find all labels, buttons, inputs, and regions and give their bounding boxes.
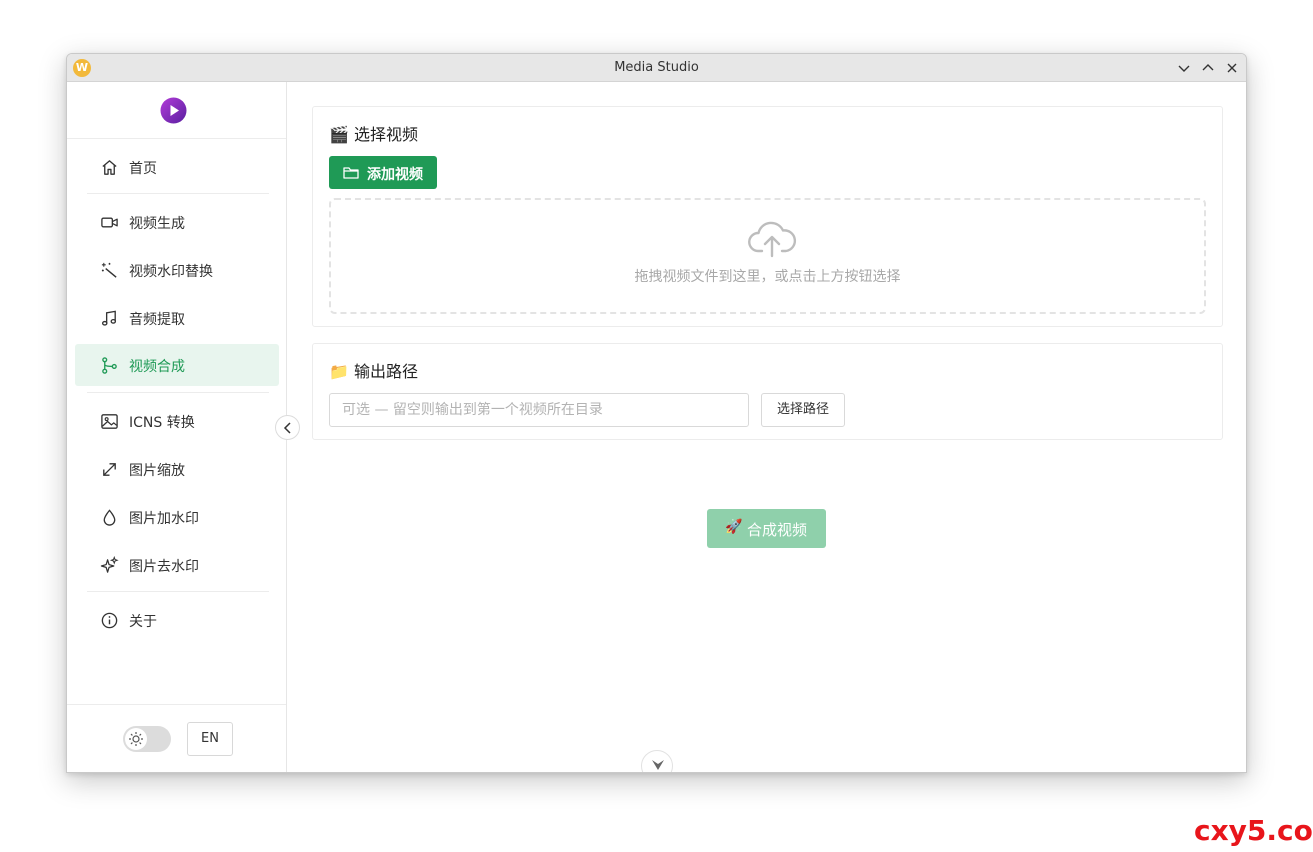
app-logo-icon xyxy=(160,97,187,124)
video-dropzone[interactable]: 拖拽视频文件到这里，或点击上方按钮选择 xyxy=(329,198,1206,314)
section-title: 🎬 选择视频 xyxy=(329,121,418,145)
dropzone-hint: 拖拽视频文件到这里，或点击上方按钮选择 xyxy=(634,269,901,285)
main-content: 🎬 选择视频 添加视频 拖拽视频文件到这里，或点击上方按钮选择 📁 输出路径 可… xyxy=(287,82,1246,772)
sidebar-footer: EN xyxy=(67,704,286,772)
logo-area xyxy=(67,82,286,139)
sidebar-item-image-resize[interactable]: 图片缩放 xyxy=(75,448,279,490)
image-icon xyxy=(100,412,119,431)
minimize-button[interactable] xyxy=(1175,59,1193,77)
sun-icon xyxy=(129,732,143,746)
folder-emoji-icon: 📁 xyxy=(329,362,349,381)
close-button[interactable] xyxy=(1223,59,1241,77)
chevron-down-icon xyxy=(1178,65,1190,72)
resize-arrow-icon xyxy=(100,460,119,479)
sidebar-item-image-add-watermark[interactable]: 图片加水印 xyxy=(75,496,279,538)
sidebar-item-label: 音频提取 xyxy=(129,312,185,328)
site-watermark: cxy5.com xyxy=(1194,814,1313,847)
section-title-text: 选择视频 xyxy=(354,125,419,144)
folder-icon xyxy=(343,167,359,179)
sidebar-divider xyxy=(87,392,269,393)
sidebar-collapse-button[interactable] xyxy=(275,415,300,440)
chevron-left-icon xyxy=(283,422,291,434)
clapper-icon: 🎬 xyxy=(329,125,349,144)
add-video-label: 添加视频 xyxy=(367,167,423,183)
bottom-panel-toggle[interactable] xyxy=(641,750,673,772)
title-bar[interactable]: W Media Studio xyxy=(67,54,1246,82)
sidebar-item-about[interactable]: 关于 xyxy=(75,599,279,641)
droplet-icon xyxy=(100,508,119,527)
sidebar-item-label: 关于 xyxy=(129,614,157,630)
merge-video-button[interactable]: 🚀 合成视频 xyxy=(707,509,826,548)
sidebar-item-label: ICNS 转换 xyxy=(129,415,195,431)
sidebar-divider xyxy=(87,193,269,194)
sidebar-item-label: 图片加水印 xyxy=(129,511,199,527)
sidebar-divider xyxy=(87,591,269,592)
sidebar-item-image-remove-watermark[interactable]: 图片去水印 xyxy=(75,544,279,586)
sidebar: 首页 视频生成 视频水印替换 音频提取 视频合成 ICNS 转换 图片缩放 图片… xyxy=(67,82,287,772)
home-icon xyxy=(100,158,119,177)
section-title: 📁 输出路径 xyxy=(329,358,418,382)
sidebar-item-audio-extract[interactable]: 音频提取 xyxy=(75,297,279,339)
sidebar-item-video-generate[interactable]: 视频生成 xyxy=(75,201,279,243)
sidebar-item-video-merge[interactable]: 视频合成 xyxy=(75,344,279,386)
select-video-card: 🎬 选择视频 添加视频 拖拽视频文件到这里，或点击上方按钮选择 xyxy=(312,106,1223,327)
close-icon xyxy=(1227,63,1237,73)
output-path-card: 📁 输出路径 选择路径 xyxy=(312,343,1223,440)
add-video-button[interactable]: 添加视频 xyxy=(329,156,437,189)
magic-wand-icon xyxy=(100,261,119,280)
merge-video-label: 合成视频 xyxy=(747,521,808,539)
language-button[interactable]: EN xyxy=(187,722,233,756)
chevron-up-icon xyxy=(1202,64,1214,71)
info-icon xyxy=(100,611,119,630)
section-title-text: 输出路径 xyxy=(354,362,419,381)
sidebar-item-icns-convert[interactable]: ICNS 转换 xyxy=(75,400,279,442)
sidebar-item-label: 图片去水印 xyxy=(129,559,199,575)
sidebar-item-home[interactable]: 首页 xyxy=(75,146,279,188)
sparkles-icon xyxy=(100,555,119,575)
video-camera-icon xyxy=(100,213,119,232)
theme-toggle[interactable] xyxy=(123,726,171,752)
sidebar-item-label: 视频水印替换 xyxy=(129,264,213,280)
sidebar-item-label: 视频合成 xyxy=(129,359,185,375)
sidebar-item-label: 首页 xyxy=(129,161,157,177)
rocket-icon: 🚀 xyxy=(725,519,743,535)
output-path-input[interactable] xyxy=(329,393,749,427)
triangle-down-icon xyxy=(652,760,664,770)
sidebar-item-label: 视频生成 xyxy=(129,216,185,232)
maximize-button[interactable] xyxy=(1199,59,1217,77)
sidebar-item-video-watermark-replace[interactable]: 视频水印替换 xyxy=(75,249,279,291)
music-note-icon xyxy=(100,309,119,328)
app-window: W Media Studio 首页 视频生成 视频水印替换 音频提取 视频合成 … xyxy=(66,53,1247,773)
toggle-knob xyxy=(125,728,147,750)
sidebar-item-label: 图片缩放 xyxy=(129,463,185,479)
window-title: Media Studio xyxy=(614,60,699,75)
cloud-upload-icon xyxy=(748,221,797,258)
git-merge-icon xyxy=(100,356,119,375)
choose-path-button[interactable]: 选择路径 xyxy=(761,393,845,427)
